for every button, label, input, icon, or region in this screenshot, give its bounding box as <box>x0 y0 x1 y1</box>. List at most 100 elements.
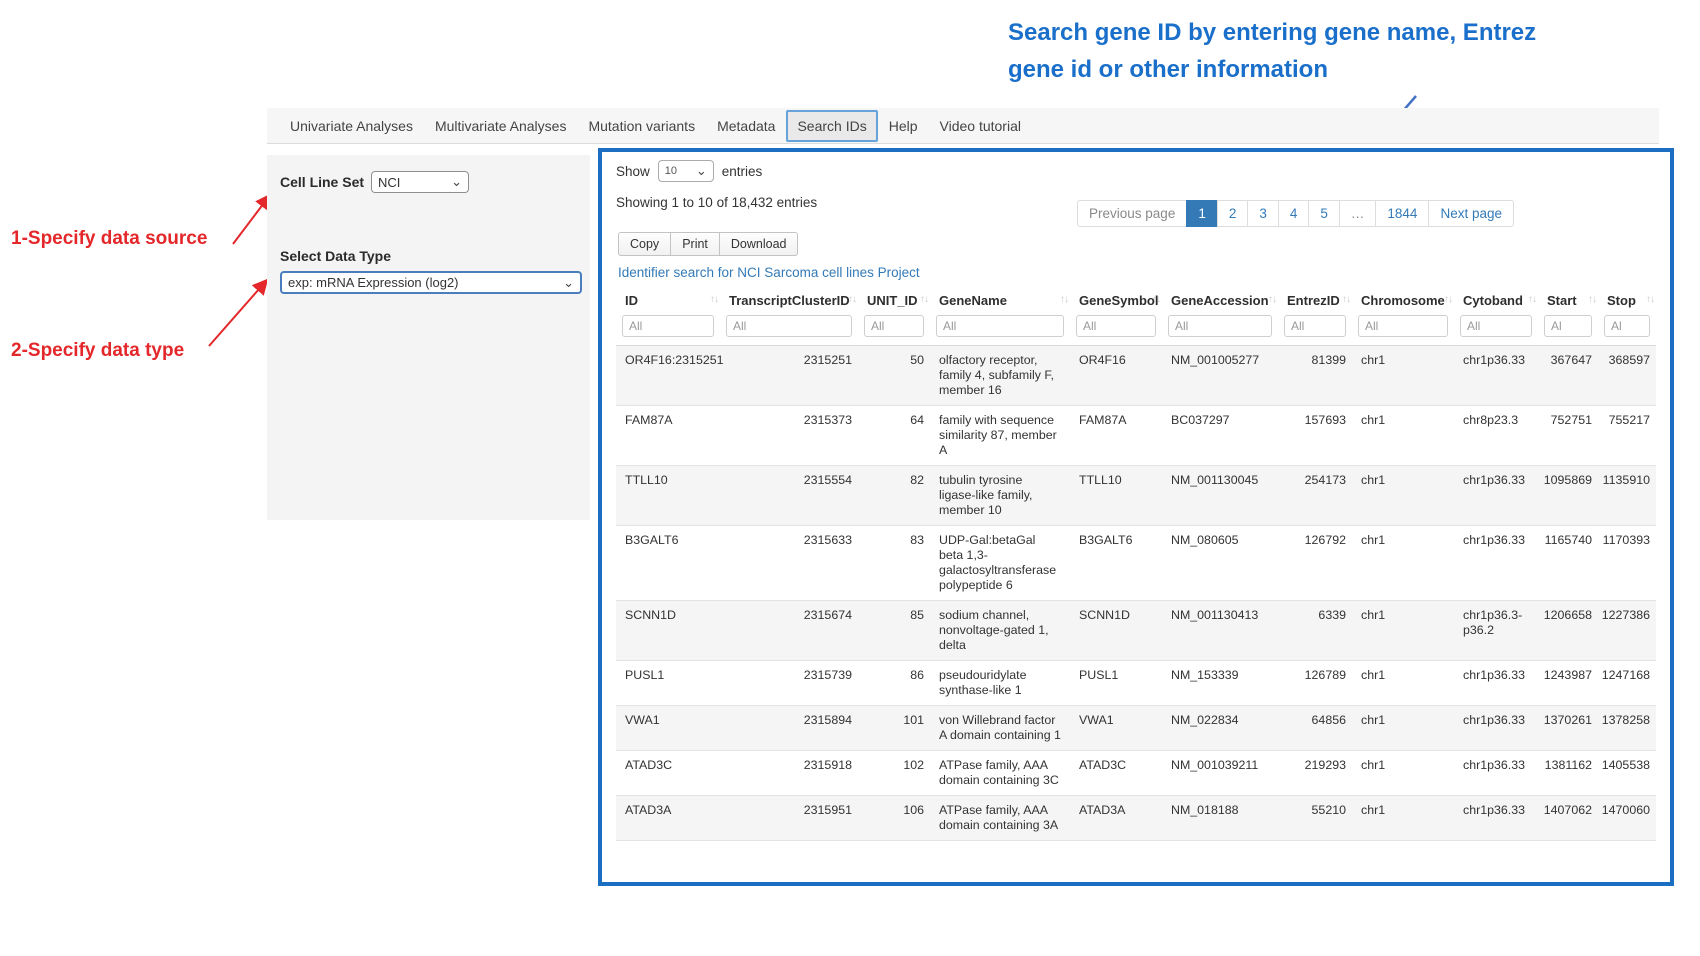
cell-id: OR4F16:2315251 <box>616 346 720 406</box>
download-button[interactable]: Download <box>719 232 799 256</box>
column-header-id[interactable]: ID↑↓ <box>616 286 720 313</box>
cell-chromosome: chr1 <box>1352 601 1454 661</box>
pagination-page-2[interactable]: 2 <box>1217 200 1249 227</box>
cell-transcriptclusterid: 2315918 <box>720 751 858 796</box>
copy-button[interactable]: Copy <box>618 232 671 256</box>
sort-icon: ↑↓ <box>1646 294 1654 305</box>
column-header-geneaccession[interactable]: GeneAccession↑↓ <box>1162 286 1278 313</box>
cell-chromosome: chr1 <box>1352 346 1454 406</box>
cell-start: 1407062 <box>1538 796 1598 841</box>
cell-transcriptclusterid: 2315251 <box>720 346 858 406</box>
column-header-cytoband[interactable]: Cytoband↑↓ <box>1454 286 1538 313</box>
tab-mutation-variants[interactable]: Mutation variants <box>577 110 706 142</box>
data-type-label: Select Data Type <box>280 248 578 264</box>
column-header-stop[interactable]: Stop ↑↓ <box>1598 286 1656 313</box>
page-length-select[interactable]: 10 ⌄ <box>658 160 714 182</box>
sort-icon: ↑↓ <box>710 294 718 305</box>
column-header-label: Stop <box>1607 293 1636 308</box>
column-header-genename[interactable]: GeneName↑↓ <box>930 286 1070 313</box>
pagination-next-button[interactable]: Next page <box>1428 200 1514 227</box>
pagination-page-1[interactable]: 1 <box>1186 200 1218 227</box>
annotation-search-note-line1: Search gene ID by entering gene name, En… <box>1008 14 1536 51</box>
tab-help[interactable]: Help <box>878 110 929 142</box>
cell-genename: family with sequence similarity 87, memb… <box>930 406 1070 466</box>
column-header-start[interactable]: Start↑↓ <box>1538 286 1598 313</box>
sort-icon: ↑↓ <box>1528 294 1536 305</box>
cell-transcriptclusterid: 2315554 <box>720 466 858 526</box>
filter-input-cytoband[interactable] <box>1460 315 1532 337</box>
cell-cytoband: chr8p23.3 <box>1454 406 1538 466</box>
tab-multivariate-analyses[interactable]: Multivariate Analyses <box>424 110 578 142</box>
sort-icon: ↑↓ <box>1152 294 1160 305</box>
column-header-entrezid[interactable]: EntrezID↑↓ <box>1278 286 1352 313</box>
cell-line-set-select[interactable]: NCI ⌄ <box>371 171 469 193</box>
filter-input-stop[interactable] <box>1604 315 1650 337</box>
sort-icon: ↑↓ <box>1268 294 1276 305</box>
cell-cytoband: chr1p36.33 <box>1454 751 1538 796</box>
identifier-search-link[interactable]: Identifier search for NCI Sarcoma cell l… <box>618 265 920 280</box>
cell-unit-id: 50 <box>858 346 930 406</box>
cell-genesymbol: FAM87A <box>1070 406 1162 466</box>
cell-stop: 1470060 <box>1598 796 1656 841</box>
page: Search gene ID by entering gene name, En… <box>0 0 1700 956</box>
cell-start: 1165740 <box>1538 526 1598 601</box>
pagination-page-5[interactable]: 5 <box>1308 200 1340 227</box>
table-row: SCNN1D231567485sodium channel, nonvoltag… <box>616 601 1656 661</box>
chevron-down-icon: ⌄ <box>563 278 574 288</box>
data-type-select[interactable]: exp: mRNA Expression (log2) ⌄ <box>280 271 582 294</box>
cell-genesymbol: OR4F16 <box>1070 346 1162 406</box>
cell-geneaccession: NM_001039211 <box>1162 751 1278 796</box>
pagination-page-3[interactable]: 3 <box>1247 200 1279 227</box>
filter-input-genename[interactable] <box>936 315 1064 337</box>
column-header-genesymbol[interactable]: GeneSymbol↑↓ <box>1070 286 1162 313</box>
cell-cytoband: chr1p36.33 <box>1454 661 1538 706</box>
filter-cell <box>1162 313 1278 346</box>
cell-stop: 1378258 <box>1598 706 1656 751</box>
cell-chromosome: chr1 <box>1352 751 1454 796</box>
tab-univariate-analyses[interactable]: Univariate Analyses <box>279 110 424 142</box>
tab-search-ids[interactable]: Search IDs <box>786 110 877 142</box>
cell-stop: 1135910 <box>1598 466 1656 526</box>
pagination-page-4[interactable]: 4 <box>1278 200 1310 227</box>
table-row: B3GALT6231563383UDP-Gal:betaGal beta 1,3… <box>616 526 1656 601</box>
filter-input-entrezid[interactable] <box>1284 315 1346 337</box>
filter-input-id[interactable] <box>622 315 714 337</box>
cell-chromosome: chr1 <box>1352 466 1454 526</box>
column-header-label: Chromosome <box>1361 293 1445 308</box>
pagination: Previous page12345…1844Next page <box>1077 200 1514 227</box>
pagination-prev-button[interactable]: Previous page <box>1077 200 1187 227</box>
sort-icon: ↑↓ <box>1060 294 1068 305</box>
column-header-transcriptclusterid[interactable]: TranscriptClusterID↑↓ <box>720 286 858 313</box>
cell-chromosome: chr1 <box>1352 406 1454 466</box>
tab-video-tutorial[interactable]: Video tutorial <box>929 110 1032 142</box>
cell-start: 1381162 <box>1538 751 1598 796</box>
cell-entrezid: 126792 <box>1278 526 1352 601</box>
cell-genename: olfactory receptor, family 4, subfamily … <box>930 346 1070 406</box>
filter-input-transcriptclusterid[interactable] <box>726 315 852 337</box>
filter-input-unit-id[interactable] <box>864 315 924 337</box>
print-button[interactable]: Print <box>670 232 720 256</box>
tab-metadata[interactable]: Metadata <box>706 110 786 142</box>
show-entries-control: Show 10 ⌄ entries <box>616 160 762 182</box>
column-header-unit-id[interactable]: UNIT_ID↑↓ <box>858 286 930 313</box>
showing-entries-text: Showing 1 to 10 of 18,432 entries <box>616 195 817 210</box>
cell-start: 1370261 <box>1538 706 1598 751</box>
filter-input-chromosome[interactable] <box>1358 315 1448 337</box>
pagination-page-1844[interactable]: 1844 <box>1375 200 1429 227</box>
sort-icon: ↑↓ <box>1588 294 1596 305</box>
filter-input-geneaccession[interactable] <box>1168 315 1272 337</box>
column-header-label: EntrezID <box>1287 293 1340 308</box>
cell-entrezid: 219293 <box>1278 751 1352 796</box>
cell-id: SCNN1D <box>616 601 720 661</box>
filter-input-genesymbol[interactable] <box>1076 315 1156 337</box>
cell-geneaccession: NM_153339 <box>1162 661 1278 706</box>
table-row: ATAD3C2315918102ATPase family, AAA domai… <box>616 751 1656 796</box>
filter-input-start[interactable] <box>1544 315 1592 337</box>
annotation-data-source: 1-Specify data source <box>11 228 207 250</box>
column-header-chromosome[interactable]: Chromosome↑↓ <box>1352 286 1454 313</box>
cell-geneaccession: NM_001130045 <box>1162 466 1278 526</box>
filter-cell <box>1070 313 1162 346</box>
cell-geneaccession: NM_001005277 <box>1162 346 1278 406</box>
filter-cell <box>720 313 858 346</box>
cell-genesymbol: ATAD3C <box>1070 751 1162 796</box>
